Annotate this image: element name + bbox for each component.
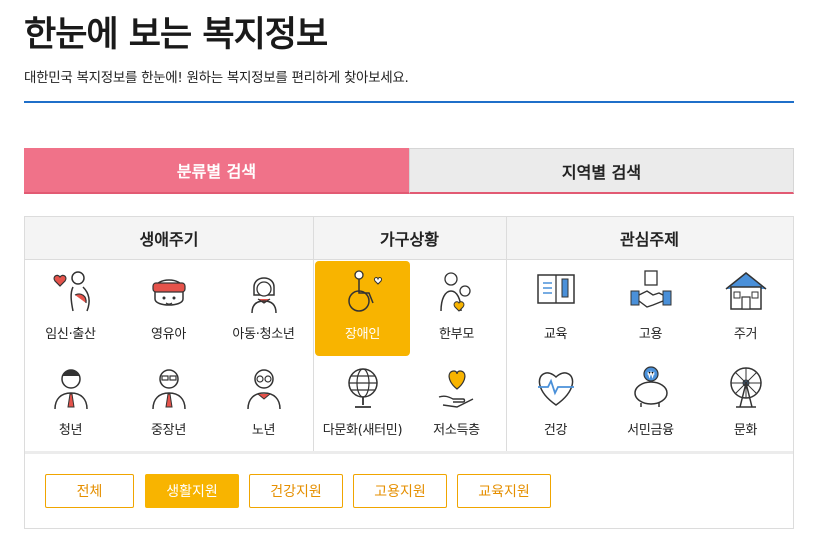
category-label: 건강 [543, 423, 568, 438]
category-panel: 생애주기 가구상황 관심주제 임신·출산 영유아 아동·청소년 청년 중장년 노… [24, 216, 794, 529]
piggy-bank-icon [633, 366, 668, 407]
category-pregnancy[interactable]: 임신·출산 [23, 261, 118, 356]
category-culture[interactable]: 문화 [698, 357, 793, 452]
category-label: 한부모 [439, 327, 474, 342]
category-label: 영유아 [151, 327, 186, 342]
category-disabled[interactable]: 장애인 [315, 261, 410, 356]
tab-category-search[interactable]: 분류별 검색 [24, 148, 409, 194]
youth-icon [53, 369, 88, 410]
category-middle-aged[interactable]: 중장년 [121, 357, 216, 452]
category-label: 문화 [733, 423, 758, 438]
category-label: 다문화(새터민) [322, 423, 403, 438]
category-label: 저소득층 [433, 423, 480, 438]
tab-region-search[interactable]: 지역별 검색 [409, 148, 794, 194]
category-label: 주거 [733, 327, 758, 342]
title-divider [24, 101, 794, 103]
category-senior[interactable]: 노년 [216, 357, 311, 452]
heading-household: 가구상황 [380, 230, 439, 249]
filter-living-support-button[interactable]: 생활지원 [145, 474, 239, 508]
senior-icon [246, 369, 281, 410]
category-single-parent[interactable]: 한부모 [409, 261, 504, 356]
category-headings: 생애주기 가구상황 관심주제 [25, 217, 793, 260]
filter-health-support-button[interactable]: 건강지원 [249, 474, 343, 508]
category-label: 임신·출산 [45, 327, 96, 342]
ferris-wheel-icon [729, 367, 762, 408]
filter-education-support-button[interactable]: 교육지원 [457, 474, 551, 508]
pregnancy-icon [52, 271, 90, 312]
page-title: 한눈에 보는 복지정보 [24, 15, 328, 55]
category-youth[interactable]: 청년 [23, 357, 118, 452]
category-multicultural[interactable]: 다문화(새터민) [315, 357, 410, 452]
category-label: 교육 [543, 327, 568, 342]
book-icon [536, 274, 575, 304]
filter-separator [25, 451, 793, 454]
category-label: 서민금융 [627, 423, 674, 438]
single-parent-icon [439, 272, 471, 312]
category-label: 고용 [638, 327, 663, 342]
filter-all-button[interactable]: 전체 [45, 474, 134, 508]
category-child[interactable]: 아동·청소년 [216, 261, 311, 356]
column-divider [506, 217, 507, 451]
category-label: 노년 [251, 423, 276, 438]
globe-icon [347, 368, 378, 408]
category-label: 청년 [58, 423, 83, 438]
category-infant[interactable]: 영유아 [121, 261, 216, 356]
category-label: 장애인 [345, 327, 380, 342]
heart-hand-icon [438, 370, 473, 408]
heading-interest: 관심주제 [620, 230, 679, 249]
search-tabs: 분류별 검색 지역별 검색 [24, 148, 794, 194]
category-label: 아동·청소년 [232, 327, 295, 342]
heartbeat-icon [537, 372, 574, 406]
middle-aged-icon [151, 369, 186, 410]
filter-employment-support-button[interactable]: 고용지원 [353, 474, 447, 508]
wheelchair-icon [347, 270, 382, 312]
category-housing[interactable]: 주거 [698, 261, 793, 356]
house-icon [725, 272, 766, 310]
category-low-income[interactable]: 저소득층 [409, 357, 504, 452]
category-finance[interactable]: 서민금융 [603, 357, 698, 452]
column-divider [313, 217, 314, 451]
handshake-icon [630, 270, 671, 308]
heading-life-cycle: 생애주기 [139, 230, 199, 249]
page-subtitle: 대한민국 복지정보를 한눈에! 원하는 복지정보를 편리하게 찾아보세요. [24, 70, 409, 86]
category-employment[interactable]: 고용 [603, 261, 698, 356]
child-icon [250, 277, 277, 314]
category-education[interactable]: 교육 [508, 261, 603, 356]
category-health[interactable]: 건강 [508, 357, 603, 452]
category-label: 중장년 [151, 423, 186, 438]
infant-icon [151, 279, 186, 306]
